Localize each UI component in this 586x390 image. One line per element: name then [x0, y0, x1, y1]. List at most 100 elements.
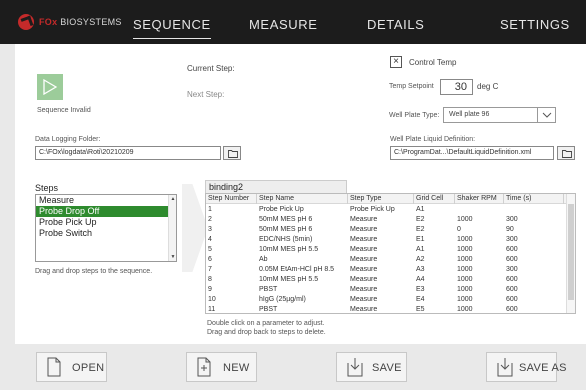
table-cell[interactable]: 10mM MES pH 5.5 — [259, 275, 348, 285]
temp-setpoint-input[interactable]: 30 — [440, 79, 473, 95]
steps-item-probe-drop-off[interactable]: Probe Drop Off — [36, 206, 176, 217]
table-cell[interactable]: 0 — [457, 225, 504, 235]
table-cell[interactable]: A1 — [416, 245, 455, 255]
table-cell[interactable]: 300 — [506, 215, 564, 225]
well-plate-type-select[interactable]: Well plate 96 — [443, 107, 556, 123]
table-cell[interactable]: 5 — [208, 245, 257, 255]
table-cell[interactable]: 9 — [208, 285, 257, 295]
table-cell[interactable]: PBST — [259, 305, 348, 313]
table-cell[interactable]: E2 — [416, 225, 455, 235]
table-cell[interactable]: EDC/NHS (5min) — [259, 235, 348, 245]
table-cell[interactable]: E2 — [416, 215, 455, 225]
save-as-button[interactable]: SAVE AS — [486, 352, 566, 382]
scroll-thumb[interactable] — [568, 204, 574, 300]
table-cell[interactable]: 90 — [506, 225, 564, 235]
table-cell[interactable]: 50mM MES pH 6 — [259, 225, 348, 235]
table-cell[interactable]: Measure — [350, 305, 414, 313]
table-cell[interactable]: 6 — [208, 255, 257, 265]
table-cell[interactable]: E3 — [416, 285, 455, 295]
table-row[interactable]: 11 PBST Measure E5 1000 600 — [206, 305, 567, 313]
table-cell[interactable]: 1000 — [457, 215, 504, 225]
table-cell[interactable]: 8 — [208, 275, 257, 285]
table-cell[interactable]: 2 — [208, 215, 257, 225]
table-row[interactable]: 1 Probe Pick Up Probe Pick Up A1 — [206, 205, 567, 215]
save-button[interactable]: SAVE — [336, 352, 407, 382]
table-cell[interactable]: 1 — [208, 205, 257, 215]
table-cell[interactable]: 1000 — [457, 305, 504, 313]
table-cell[interactable]: 4 — [208, 235, 257, 245]
tab-settings[interactable]: SETTINGS — [500, 17, 570, 32]
table-cell[interactable]: 10 — [208, 295, 257, 305]
table-cell[interactable]: 1000 — [457, 275, 504, 285]
table-cell[interactable]: hIgG (25µg/ml) — [259, 295, 348, 305]
scroll-up-icon[interactable]: ▲ — [169, 195, 176, 203]
table-cell[interactable]: E5 — [416, 305, 455, 313]
table-cell[interactable]: 10mM MES pH 5.5 — [259, 245, 348, 255]
table-cell[interactable]: 600 — [506, 255, 564, 265]
table-row[interactable]: 4 EDC/NHS (5min) Measure E1 1000 300 — [206, 235, 567, 245]
table-cell[interactable]: 3 — [208, 225, 257, 235]
table-cell[interactable]: 1000 — [457, 295, 504, 305]
table-cell[interactable]: 300 — [506, 265, 564, 275]
table-cell[interactable]: 11 — [208, 305, 257, 313]
browse-logging-folder-button[interactable] — [223, 146, 241, 160]
table-cell[interactable]: Measure — [350, 245, 414, 255]
table-cell[interactable]: E4 — [416, 295, 455, 305]
data-logging-folder-input[interactable]: C:\FOx\logdata\Roti\20210209 — [35, 146, 221, 160]
table-cell[interactable]: 1000 — [457, 255, 504, 265]
run-sequence-button[interactable] — [37, 74, 63, 100]
table-cell[interactable]: Measure — [350, 285, 414, 295]
table-cell[interactable]: 1000 — [457, 235, 504, 245]
table-cell[interactable]: Measure — [350, 275, 414, 285]
sequence-scrollbar[interactable] — [566, 194, 575, 313]
table-cell[interactable]: 50mM MES pH 6 — [259, 215, 348, 225]
table-row[interactable]: 5 10mM MES pH 5.5 Measure A1 1000 600 — [206, 245, 567, 255]
table-row[interactable]: 3 50mM MES pH 6 Measure E2 0 90 — [206, 225, 567, 235]
steps-scrollbar[interactable]: ▲ ▼ — [168, 195, 176, 261]
table-cell[interactable]: Measure — [350, 235, 414, 245]
control-temp-checkbox[interactable]: × — [390, 56, 402, 68]
table-cell[interactable]: Measure — [350, 225, 414, 235]
table-cell[interactable]: 600 — [506, 285, 564, 295]
table-cell[interactable]: Measure — [350, 215, 414, 225]
scroll-down-icon[interactable]: ▼ — [169, 253, 176, 261]
table-cell[interactable]: Ab — [259, 255, 348, 265]
table-cell[interactable]: 600 — [506, 305, 564, 313]
table-cell[interactable]: Measure — [350, 265, 414, 275]
tab-measure[interactable]: MEASURE — [249, 17, 318, 32]
table-cell[interactable]: A1 — [416, 205, 455, 215]
table-row[interactable]: 7 0.05M EtAm-HCl pH 8.5 Measure A3 1000 300 — [206, 265, 567, 275]
table-cell[interactable]: A2 — [416, 255, 455, 265]
table-cell[interactable]: 0.05M EtAm-HCl pH 8.5 — [259, 265, 348, 275]
table-cell[interactable]: 600 — [506, 295, 564, 305]
steps-item-probe-switch[interactable]: Probe Switch — [36, 228, 176, 239]
table-row[interactable]: 10 hIgG (25µg/ml) Measure E4 1000 600 — [206, 295, 567, 305]
table-cell[interactable]: 300 — [506, 235, 564, 245]
table-cell[interactable]: 1000 — [457, 245, 504, 255]
tab-sequence[interactable]: SEQUENCE — [133, 17, 211, 39]
table-row[interactable]: 2 50mM MES pH 6 Measure E2 1000 300 — [206, 215, 567, 225]
table-cell[interactable]: 600 — [506, 275, 564, 285]
table-cell[interactable]: E1 — [416, 235, 455, 245]
browse-liquid-definition-button[interactable] — [557, 146, 575, 160]
open-button[interactable]: OPEN — [36, 352, 107, 382]
tab-details[interactable]: DETAILS — [367, 17, 424, 32]
steps-item-probe-pick-up[interactable]: Probe Pick Up — [36, 217, 176, 228]
table-cell[interactable]: Measure — [350, 255, 414, 265]
table-cell[interactable]: Probe Pick Up — [350, 205, 414, 215]
liquid-definition-input[interactable]: C:\ProgramDat...\DefaultLiquidDefinition… — [390, 146, 554, 160]
new-button[interactable]: NEW — [186, 352, 257, 382]
table-cell[interactable]: A4 — [416, 275, 455, 285]
table-cell[interactable]: A3 — [416, 265, 455, 275]
table-cell[interactable]: 600 — [506, 245, 564, 255]
table-cell[interactable]: Measure — [350, 295, 414, 305]
table-row[interactable]: 9 PBST Measure E3 1000 600 — [206, 285, 567, 295]
table-cell[interactable]: 7 — [208, 265, 257, 275]
steps-item-measure[interactable]: Measure — [36, 195, 176, 206]
table-cell[interactable]: Probe Pick Up — [259, 205, 348, 215]
table-row[interactable]: 8 10mM MES pH 5.5 Measure A4 1000 600 — [206, 275, 567, 285]
table-row[interactable]: 6 Ab Measure A2 1000 600 — [206, 255, 567, 265]
table-cell[interactable]: PBST — [259, 285, 348, 295]
table-cell[interactable]: 1000 — [457, 285, 504, 295]
table-cell[interactable]: 1000 — [457, 265, 504, 275]
